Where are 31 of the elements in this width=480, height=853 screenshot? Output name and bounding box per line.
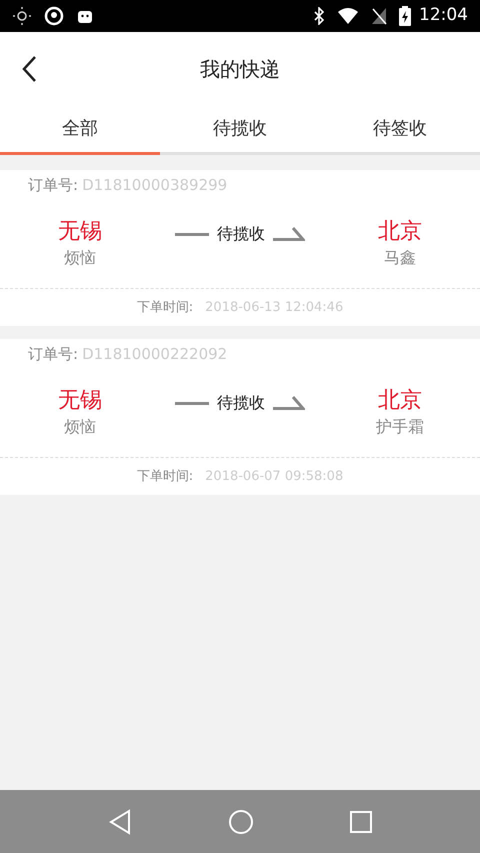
destination-city: 北京 bbox=[378, 218, 422, 246]
shipment-status: 待揽收 bbox=[217, 223, 265, 245]
sender-name: 烦恼 bbox=[64, 416, 96, 438]
status-time: 12:04 bbox=[419, 4, 468, 28]
app-icon bbox=[44, 6, 64, 26]
shipment-status: 待揽收 bbox=[217, 392, 265, 414]
origin-city: 无锡 bbox=[58, 218, 102, 246]
brightness-icon bbox=[12, 6, 32, 26]
line-icon bbox=[175, 402, 209, 404]
bluetooth-icon bbox=[313, 7, 325, 25]
recents-nav-icon[interactable] bbox=[350, 810, 372, 832]
tab[interactable]: 全部 bbox=[0, 105, 160, 155]
recipient-name: 马鑫 bbox=[384, 247, 416, 269]
back-nav-icon[interactable] bbox=[108, 808, 132, 834]
origin-city: 无锡 bbox=[58, 387, 102, 415]
tab[interactable]: 待签收 bbox=[320, 105, 480, 155]
line-icon bbox=[175, 232, 209, 236]
back-icon bbox=[21, 54, 37, 82]
destination-city: 北京 bbox=[378, 387, 422, 415]
sender-name: 烦恼 bbox=[64, 247, 96, 269]
battery-icon bbox=[399, 6, 411, 26]
no-sim-icon bbox=[371, 7, 387, 25]
wifi-icon bbox=[337, 7, 359, 25]
order-number-label: 订单号: bbox=[28, 174, 78, 196]
tab[interactable]: 待揽收 bbox=[160, 105, 320, 155]
recipient-name: 护手霜 bbox=[376, 416, 424, 438]
order-time-label: 下单时间: bbox=[136, 468, 194, 486]
home-nav-icon[interactable] bbox=[228, 808, 254, 834]
page-title: 我的快递 bbox=[200, 56, 280, 82]
order-number-label: 订单号: bbox=[28, 344, 78, 365]
order-time-label: 下单时间: bbox=[136, 298, 194, 317]
